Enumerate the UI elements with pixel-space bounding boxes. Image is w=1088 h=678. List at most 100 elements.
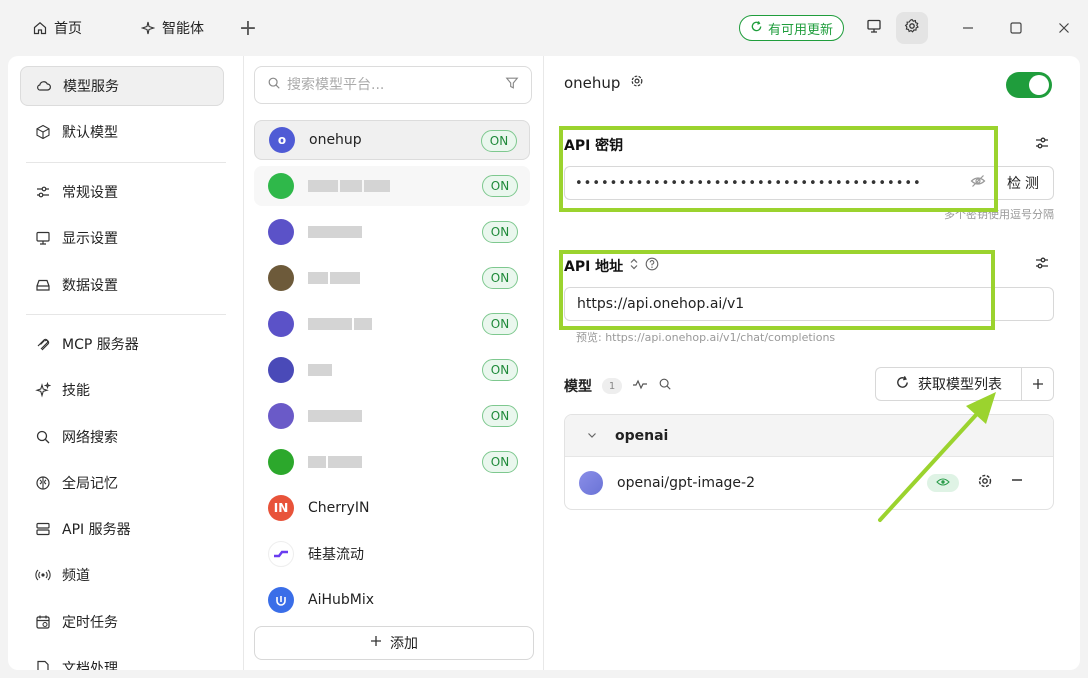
provider-logo: IN [268,495,294,521]
model-group-header[interactable]: openai [565,415,1053,457]
provider-item-blurred[interactable]: ON [254,258,530,298]
tab-home[interactable]: 首页 [20,10,94,46]
provider-item-blurred[interactable]: ON [254,304,530,344]
provider-name: onehup [309,132,362,148]
nav-channels[interactable]: 频道 [20,555,224,595]
refresh-icon [750,20,763,37]
provider-name: 硅基流动 [308,547,364,563]
provider-logo [268,173,294,199]
provider-item-blurred[interactable]: ON [254,350,530,390]
model-logo [579,471,603,495]
provider-item-blurred[interactable]: ON [254,166,530,206]
remove-model-button[interactable] [1011,470,1023,491]
tab-agent[interactable]: 智能体 [128,10,216,46]
provider-item-siliconflow[interactable]: 硅基流动 [254,534,530,574]
nav-skills[interactable]: 技能 [20,370,224,410]
fetch-model-list-button[interactable]: 获取模型列表 [875,367,1021,401]
tab-home-label: 首页 [54,21,82,37]
new-tab-button[interactable]: + [236,16,260,41]
nav-default-model[interactable]: 默认模型 [20,112,224,152]
add-model-button[interactable] [1021,367,1054,401]
provider-item-blurred[interactable]: ON [254,396,530,436]
provider-item-aihubmix[interactable]: AiHubMix [254,580,530,620]
nav-label: 模型服务 [63,79,119,95]
model-settings-button[interactable] [977,473,993,493]
cube-icon [34,123,52,141]
status-badge: ON [482,221,518,243]
sliders-icon [1034,255,1050,275]
close-button[interactable] [1040,12,1088,44]
drive-icon [34,276,52,294]
status-badge: ON [482,267,518,289]
nav-label: 全局记忆 [62,476,118,492]
nav-display[interactable]: 显示设置 [20,218,224,258]
provider-name-redacted [308,364,332,376]
nav-scheduled-tasks[interactable]: 定时任务 [20,602,224,642]
highlight-box-api-key [559,126,998,212]
nav-mcp[interactable]: MCP 服务器 [20,324,224,364]
nav-divider [26,162,226,163]
sparkle-icon [140,20,156,36]
nav-documents[interactable]: 文档处理 [20,648,224,670]
cloud-icon [35,77,53,95]
api-url-settings-button[interactable] [1032,255,1052,275]
provider-settings-icon[interactable] [630,74,644,92]
search-icon[interactable] [658,377,672,395]
link-icon [34,335,52,353]
nav-model-service[interactable]: 模型服务 [20,66,224,106]
provider-item-blurred[interactable]: ON [254,212,530,252]
minimize-button[interactable] [944,12,992,44]
update-available-button[interactable]: 有可用更新 [738,15,844,41]
nav-data[interactable]: 数据设置 [20,265,224,305]
provider-logo [268,587,294,613]
tab-agent-label: 智能体 [162,21,204,37]
add-provider-button[interactable]: 添加 [254,626,534,660]
model-row: openai/gpt-image-2 [565,457,1053,509]
api-url-preview: 预览: https://api.onehop.ai/v1/chat/comple… [576,331,836,344]
nav-web-search[interactable]: 网络搜索 [20,417,224,457]
provider-logo [268,265,294,291]
provider-name-redacted [308,272,360,284]
provider-logo [268,357,294,383]
nav-memory[interactable]: 全局记忆 [20,463,224,503]
provider-name-redacted [308,226,362,238]
nav-general[interactable]: 常规设置 [20,172,224,212]
status-badge: ON [482,175,518,197]
nav-label: 文档处理 [62,661,118,670]
model-group: openai openai/gpt-image-2 [564,414,1054,510]
nav-label: API 服务器 [62,522,131,538]
settings-button[interactable] [896,12,928,44]
provider-logo [268,403,294,429]
status-badge: ON [481,130,517,152]
nav-label: 网络搜索 [62,430,118,446]
settings-sidebar: 模型服务 默认模型 常规设置 显示设置 数据设置 MCP 服务器 技能 网络搜索… [8,56,244,670]
provider-logo [268,311,294,337]
search-icon [34,428,52,446]
status-badge: ON [482,451,518,473]
filter-icon[interactable] [505,76,519,94]
broadcast-icon [34,566,52,584]
provider-logo [268,219,294,245]
provider-search-input[interactable] [287,77,505,93]
api-key-settings-button[interactable] [1032,135,1052,155]
provider-search-box [254,66,532,104]
provider-item-onehup[interactable]: o onehup ON [254,120,530,160]
provider-enable-toggle[interactable] [1006,72,1052,98]
status-badge: ON [482,313,518,335]
provider-logo: o [269,127,295,153]
provider-item-blurred[interactable]: ON [254,442,530,482]
health-check-icon[interactable] [632,377,648,395]
nav-label: 显示设置 [62,231,118,247]
nav-api-server[interactable]: API 服务器 [20,509,224,549]
check-api-key-button[interactable]: 检测 [996,166,1054,200]
monitor-icon [866,18,882,38]
maximize-button[interactable] [992,12,1040,44]
provider-logo [268,541,294,567]
monitor-button[interactable] [858,12,890,44]
provider-list: o onehup ON ON ON ON ON ON [244,56,544,670]
minimize-icon [962,18,974,39]
provider-name: AiHubMix [308,592,375,608]
status-badge: ON [482,359,518,381]
provider-name-redacted [308,410,362,422]
provider-item-cherryin[interactable]: IN CherryIN [254,488,530,528]
